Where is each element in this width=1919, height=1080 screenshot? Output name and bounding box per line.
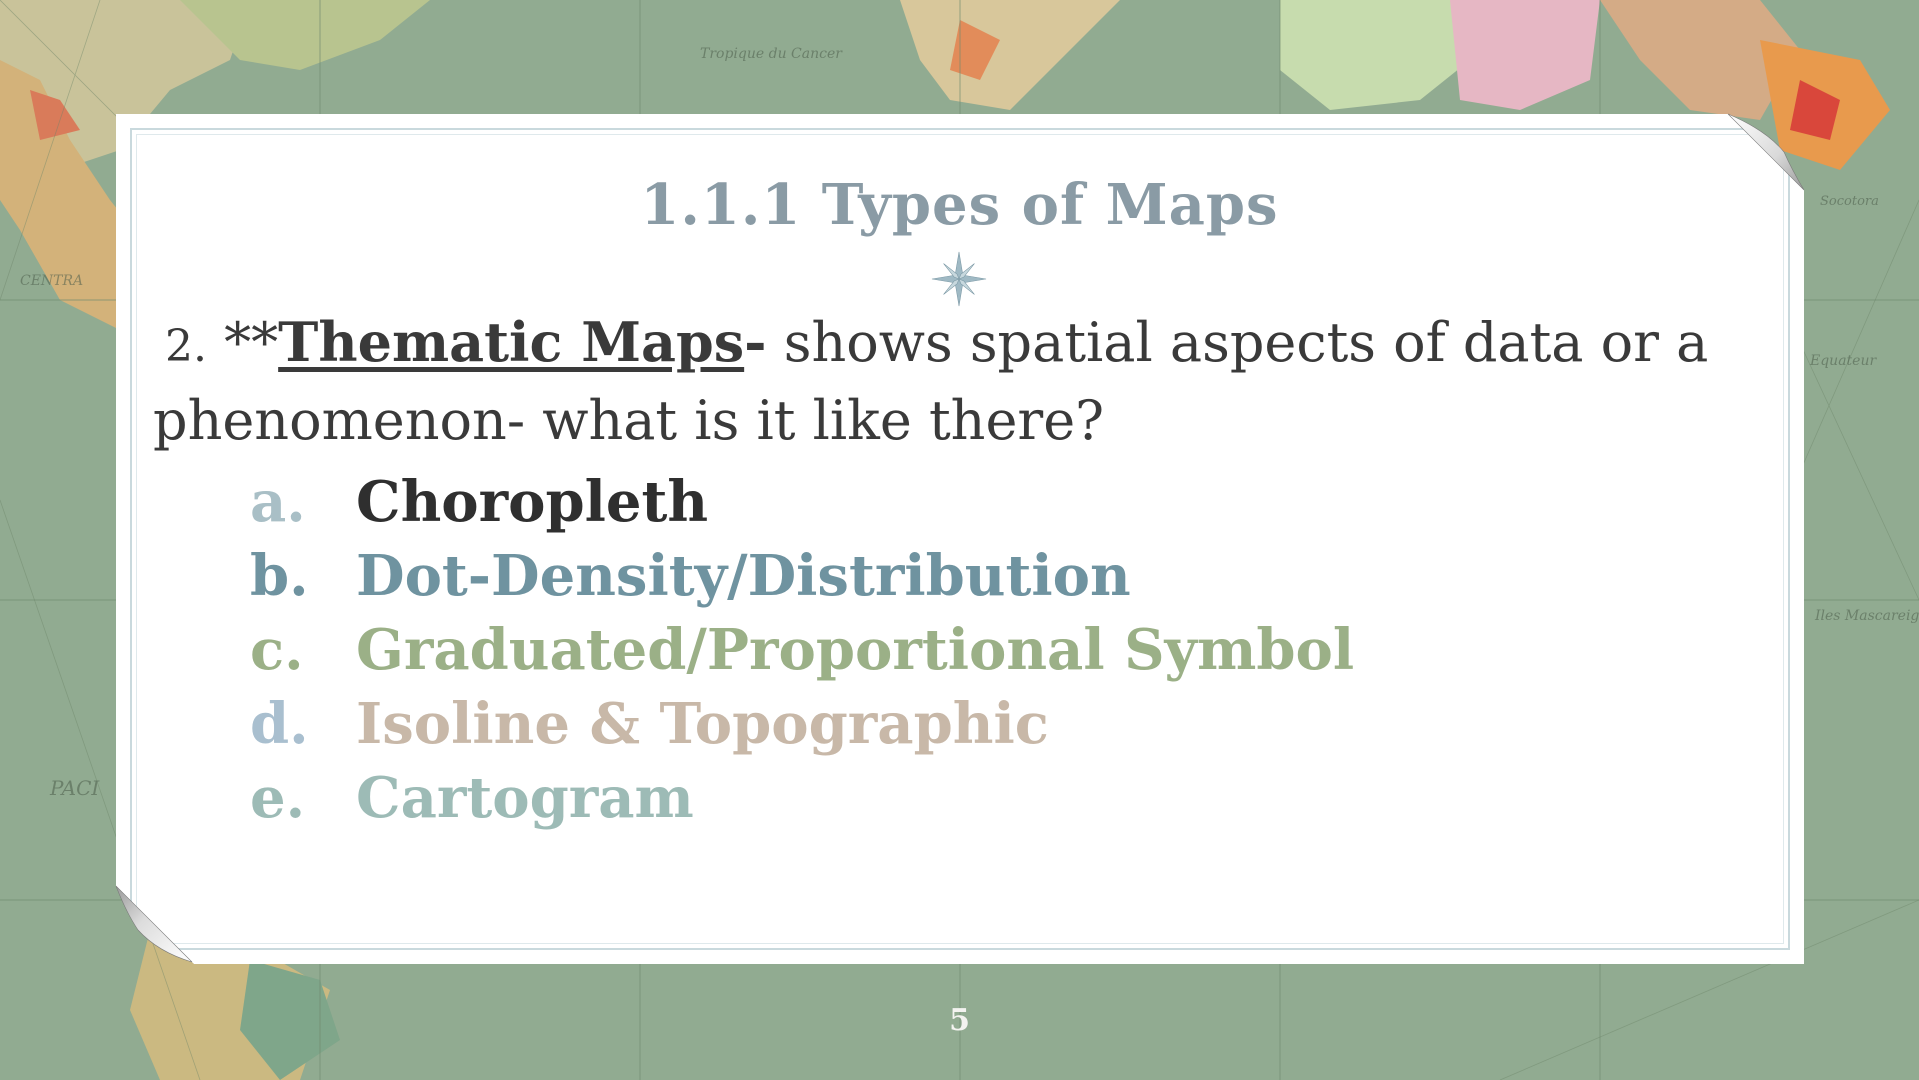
list-marker: d. xyxy=(250,691,309,757)
list-item-text: Isoline & Topographic xyxy=(356,691,1049,757)
term-thematic-maps: Thematic Maps xyxy=(278,310,745,374)
definition-line-1: 2. **Thematic Maps- shows spatial aspect… xyxy=(165,305,1725,384)
list-item-text: Dot-Density/Distribution xyxy=(356,543,1131,609)
item-number: 2. xyxy=(165,321,207,372)
definition-text-1: shows spatial aspects of data or a xyxy=(766,311,1709,374)
svg-text:Iles Mascareig: Iles Mascareig xyxy=(1814,608,1919,624)
list-marker: a. xyxy=(250,469,306,535)
svg-text:CENTRA: CENTRA xyxy=(20,273,83,289)
list-item-text: Cartogram xyxy=(356,765,694,831)
definition-paragraph: 2. **Thematic Maps- shows spatial aspect… xyxy=(153,305,1725,458)
compass-rose-icon xyxy=(931,251,987,307)
svg-text:Tropique du Cancer: Tropique du Cancer xyxy=(700,46,843,62)
term-dash: - xyxy=(744,310,767,374)
list-marker: e. xyxy=(250,765,306,831)
svg-text:PACI: PACI xyxy=(49,776,100,800)
list-item-text: Graduated/Proportional Symbol xyxy=(356,617,1355,683)
list-item-text: Choropleth xyxy=(356,469,709,535)
asterisks: ** xyxy=(224,311,279,374)
slide-title: 1.1.1 Types of Maps xyxy=(640,172,1279,238)
list-marker: c. xyxy=(250,617,304,683)
page-number: 5 xyxy=(949,1003,970,1038)
page-curl-bottom-left xyxy=(115,885,193,963)
definition-line-2: phenomenon- what is it like there? xyxy=(153,389,1105,452)
svg-text:Equateur: Equateur xyxy=(1809,353,1877,369)
list-marker: b. xyxy=(250,543,309,609)
